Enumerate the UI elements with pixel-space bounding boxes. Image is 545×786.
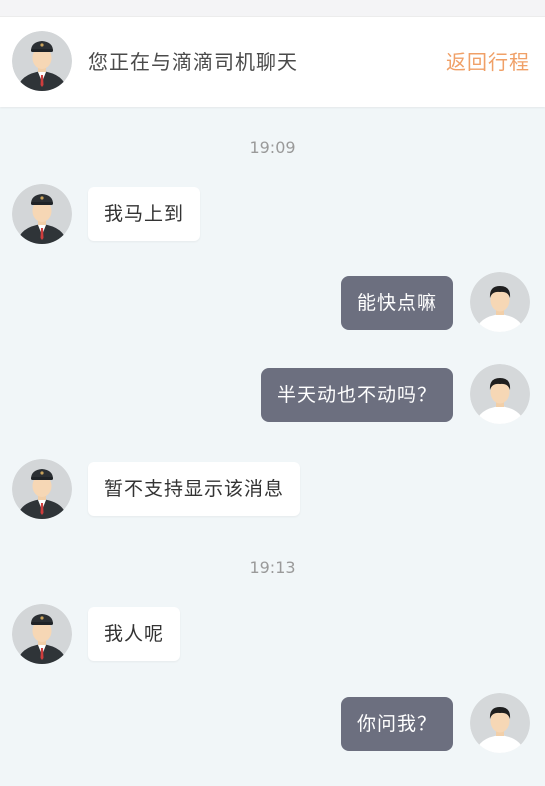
incoming-message-bubble[interactable]: 暂不支持显示该消息 (88, 462, 301, 516)
user-avatar-icon (470, 693, 530, 753)
timestamp: 19:09 (249, 138, 296, 157)
chat-title: 您正在与滴滴司机聊天 (88, 50, 298, 74)
driver-avatar-icon (12, 604, 72, 664)
user-avatar-icon (470, 272, 530, 332)
back-to-trip-button[interactable]: 返回行程 (446, 46, 530, 75)
incoming-message-bubble[interactable]: 我人呢 (88, 607, 181, 661)
outgoing-message-bubble[interactable]: 你问我？ (340, 697, 453, 751)
user-avatar-icon (470, 364, 530, 424)
incoming-message-bubble[interactable]: 我马上到 (88, 187, 201, 241)
driver-avatar-icon (12, 459, 72, 519)
driver-avatar-icon (12, 184, 72, 244)
timestamp: 19:13 (249, 558, 296, 577)
chat-header: 您正在与滴滴司机聊天 返回行程 (0, 17, 545, 107)
outgoing-message-bubble[interactable]: 能快点嘛 (340, 276, 453, 330)
outgoing-message-bubble[interactable]: 半天动也不动吗？ (260, 368, 453, 422)
driver-avatar-icon (12, 31, 72, 91)
status-strip (0, 0, 545, 17)
